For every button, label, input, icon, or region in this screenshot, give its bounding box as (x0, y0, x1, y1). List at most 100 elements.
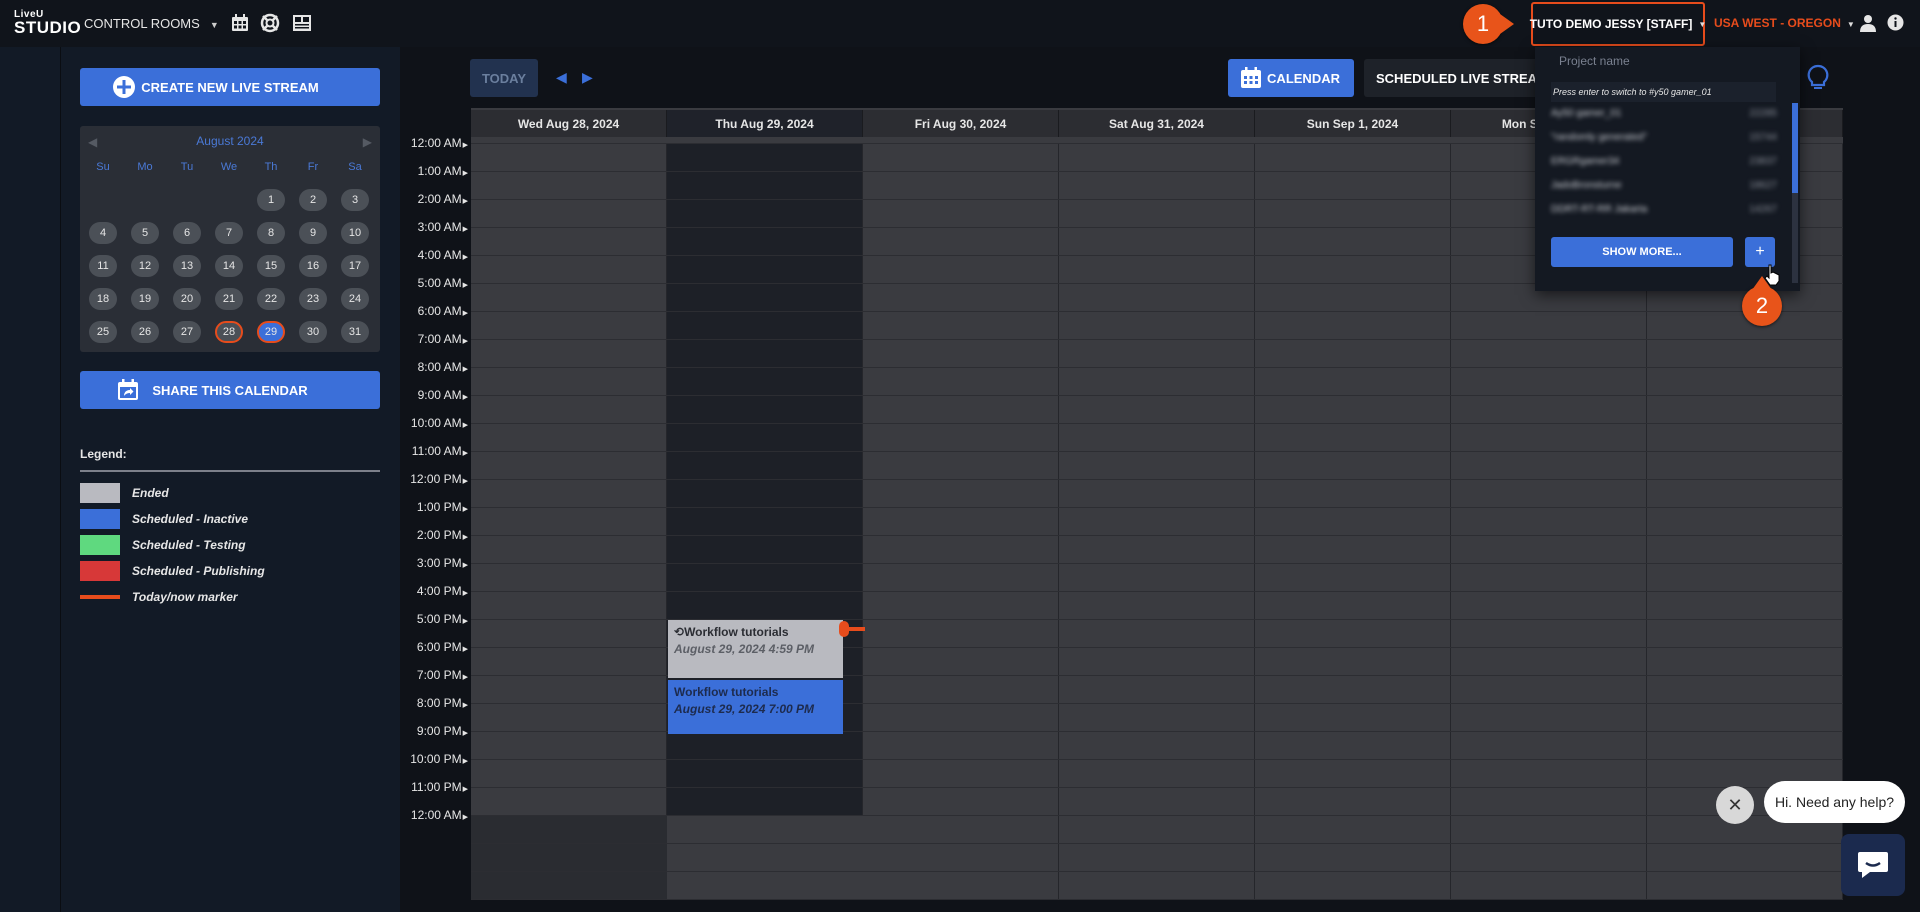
calendar-share-icon (118, 379, 138, 400)
time-label: 12:00 AM▶ (400, 808, 468, 822)
layout-icon[interactable] (292, 13, 312, 33)
time-label-text: 11:00 PM (411, 780, 462, 794)
legend-divider (80, 470, 380, 472)
mini-calendar-day[interactable]: 26 (131, 321, 159, 343)
calendar-view-button[interactable]: CALENDAR (1228, 59, 1354, 97)
account-name: TUTO DEMO JESSY [STAFF] (1529, 17, 1693, 31)
help-lifebuoy-icon[interactable] (260, 13, 280, 33)
event-ended[interactable]: ⟲Workflow tutorials August 29, 2024 4:59… (668, 620, 843, 678)
mini-calendar-day[interactable]: 7 (215, 222, 243, 244)
calendar-icon[interactable] (230, 13, 250, 33)
mini-calendar-day[interactable]: 13 (173, 255, 201, 277)
mini-calendar-day[interactable]: 1 (257, 189, 285, 211)
add-project-button[interactable]: + (1745, 237, 1775, 267)
mini-calendar-day[interactable]: 14 (215, 255, 243, 277)
scheduled-live-streams-button[interactable]: SCHEDULED LIVE STREAMS (1364, 59, 1544, 97)
project-item[interactable]: Ay50 gamer_01 22285 (1551, 108, 1777, 124)
lightbulb-icon[interactable] (1806, 64, 1830, 92)
day-column-header[interactable]: Sun Sep 1, 2024 (1255, 110, 1451, 137)
mini-calendar-day[interactable]: 24 (341, 288, 369, 310)
day-column-header[interactable]: Fri Aug 30, 2024 (863, 110, 1059, 137)
logo-bottom: STUDIO (14, 18, 82, 37)
mini-calendar-day[interactable]: 25 (89, 321, 117, 343)
mini-calendar-day[interactable]: 23 (299, 288, 327, 310)
step-2-badge: 2 (1742, 286, 1782, 326)
mini-calendar-day[interactable]: 6 (173, 222, 201, 244)
chat-bubble[interactable]: Hi. Need any help? (1764, 781, 1905, 823)
project-item[interactable]: DDRT-RT-RR Jakarta 14267 (1551, 204, 1777, 220)
liveu-studio-logo[interactable]: LiveU STUDIO (14, 9, 82, 37)
time-label-text: 8:00 AM (417, 360, 462, 374)
mini-calendar-day[interactable]: 2 (299, 189, 327, 211)
region-selector[interactable]: USA WEST - OREGON ▼ (1714, 16, 1855, 30)
legend-label: Today/now marker (132, 590, 238, 604)
weekday-label: We (220, 161, 238, 173)
time-label: 2:00 AM▶ (400, 192, 468, 206)
mini-calendar-day[interactable]: 30 (299, 321, 327, 343)
mini-calendar-day[interactable]: 16 (299, 255, 327, 277)
account-selector[interactable]: TUTO DEMO JESSY [STAFF] ▼ (1529, 2, 1706, 46)
mini-calendar-day[interactable]: 15 (257, 255, 285, 277)
chat-close-button[interactable]: ✕ (1716, 786, 1754, 824)
time-label-text: 5:00 AM (417, 276, 462, 290)
project-switcher-dropdown: Project name Press enter to switch to #y… (1535, 47, 1800, 291)
mini-calendar-day[interactable]: 28 (215, 321, 243, 343)
scrollbar-thumb[interactable] (1792, 103, 1798, 193)
time-label: 10:00 AM▶ (400, 416, 468, 430)
day-column[interactable] (1059, 143, 1255, 899)
time-pointer-icon: ▶ (462, 394, 468, 401)
mini-calendar-day[interactable]: 27 (173, 321, 201, 343)
mini-calendar-day[interactable]: 10 (341, 222, 369, 244)
create-live-stream-button[interactable]: CREATE NEW LIVE STREAM (80, 68, 380, 106)
legend-item: Ended (80, 483, 169, 503)
show-more-button[interactable]: SHOW MORE... (1551, 237, 1733, 267)
next-month-arrow-icon[interactable]: ▶ (363, 135, 372, 149)
mini-calendar-day[interactable]: 9 (299, 222, 327, 244)
legend-label: Scheduled - Publishing (132, 564, 265, 578)
day-column[interactable] (1255, 143, 1451, 899)
mini-calendar-day[interactable]: 3 (341, 189, 369, 211)
time-label-text: 11:00 AM (411, 444, 462, 458)
mini-calendar-day[interactable]: 20 (173, 288, 201, 310)
day-column-header[interactable]: Wed Aug 28, 2024 (471, 110, 667, 137)
time-label: 6:00 AM▶ (400, 304, 468, 318)
day-column[interactable] (471, 143, 667, 899)
mini-calendar-day[interactable]: 31 (341, 321, 369, 343)
mini-calendar-day[interactable]: 4 (89, 222, 117, 244)
mini-calendar-day[interactable]: 18 (89, 288, 117, 310)
mini-calendar-day[interactable]: 8 (257, 222, 285, 244)
day-column[interactable] (667, 143, 863, 899)
mini-calendar-day[interactable]: 5 (131, 222, 159, 244)
mini-calendar-day[interactable]: 12 (131, 255, 159, 277)
chat-icon (1858, 852, 1888, 878)
project-item[interactable]: ERGRgamer34 23837 (1551, 156, 1777, 172)
weekday-label: Tu (180, 161, 194, 173)
time-pointer-icon: ▶ (462, 198, 468, 205)
next-week-arrow-icon[interactable]: ▶ (582, 69, 593, 86)
mini-calendar-day[interactable]: 19 (131, 288, 159, 310)
control-rooms-label: CONTROL ROOMS (84, 16, 200, 31)
day-column-header[interactable]: Thu Aug 29, 2024 (667, 110, 863, 137)
today-button[interactable]: TODAY (470, 59, 538, 97)
mini-calendar-day[interactable]: 21 (215, 288, 243, 310)
mini-calendar-day[interactable]: 17 (341, 255, 369, 277)
time-label: 4:00 PM▶ (400, 584, 468, 598)
mini-calendar-day[interactable]: 11 (89, 255, 117, 277)
project-item[interactable]: "randomly generated" 15744 (1551, 132, 1777, 148)
event-date: August 29, 2024 7:00 PM (674, 702, 815, 716)
user-icon[interactable] (1860, 14, 1876, 32)
time-label: 8:00 PM▶ (400, 696, 468, 710)
prev-week-arrow-icon[interactable]: ◀ (556, 69, 567, 86)
control-rooms-menu[interactable]: CONTROL ROOMS ▼ (84, 16, 219, 31)
day-column-header[interactable]: Sat Aug 31, 2024 (1059, 110, 1255, 137)
time-label-text: 1:00 AM (417, 164, 462, 178)
project-item[interactable]: JadoBronsturne 18627 (1551, 180, 1777, 196)
info-icon[interactable] (1887, 14, 1904, 31)
day-column[interactable] (863, 143, 1059, 899)
chat-launcher-button[interactable] (1841, 834, 1905, 896)
mini-calendar-day[interactable]: 22 (257, 288, 285, 310)
event-scheduled-inactive[interactable]: Workflow tutorials August 29, 2024 7:00 … (668, 680, 843, 734)
mini-calendar-day[interactable]: 29 (257, 321, 285, 343)
share-calendar-button[interactable]: SHARE THIS CALENDAR (80, 371, 380, 409)
project-search-input[interactable]: Project name (1559, 54, 1630, 68)
